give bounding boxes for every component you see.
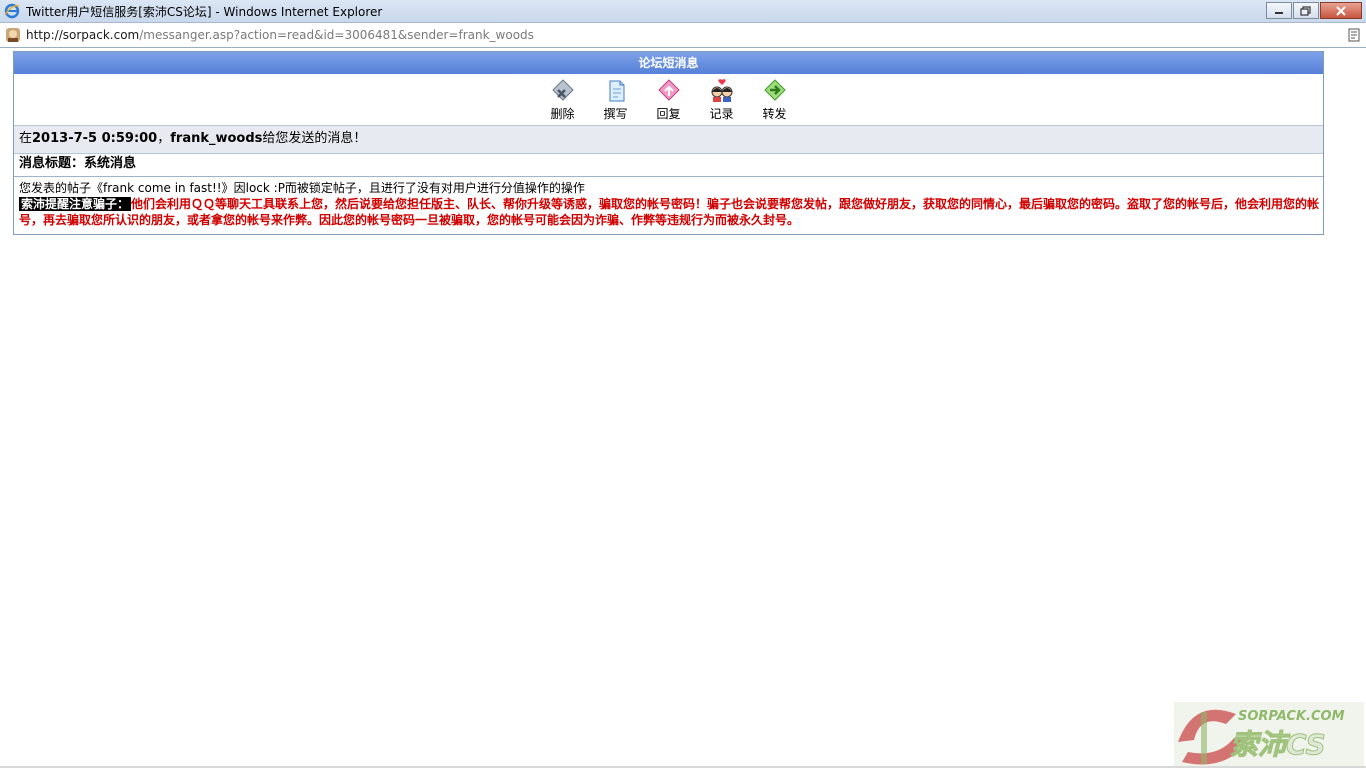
- message-body: 您发表的帖子《frank come in fast!!》因lock :P而被锁定…: [14, 181, 1323, 228]
- restore-button[interactable]: [1293, 2, 1319, 19]
- delete-label: 删除: [550, 107, 575, 121]
- address-host: http://sorpack.com: [26, 28, 140, 42]
- site-favicon-icon: [6, 28, 20, 42]
- sorpack-watermark-logo: SORPACK.COM 索沛CS: [1174, 702, 1364, 766]
- reply-icon: [657, 79, 680, 101]
- meta-sep: ，: [157, 131, 171, 146]
- window-title-bar: Twitter用户短信服务[索沛CS论坛] - Windows Internet…: [0, 0, 1366, 23]
- message-sender: frank_woods: [170, 131, 263, 146]
- compose-label: 撰写: [603, 107, 628, 121]
- compose-button[interactable]: 撰写: [589, 78, 642, 122]
- svg-text:索沛CS: 索沛CS: [1230, 728, 1326, 761]
- address-bar[interactable]: http://sorpack.com/messanger.asp?action=…: [0, 23, 1366, 48]
- close-button[interactable]: [1320, 2, 1362, 19]
- minimize-button[interactable]: [1266, 2, 1292, 19]
- history-label: 记录: [709, 107, 734, 121]
- restore-icon: [1300, 5, 1311, 16]
- message-panel: 论坛短消息 删除 撰写 回复 记录 转发 在2013-7-5 0:59:00，f…: [13, 51, 1324, 235]
- message-toolbar: 删除 撰写 回复 记录 转发: [14, 74, 1323, 126]
- panel-header: 论坛短消息: [14, 52, 1323, 74]
- history-button[interactable]: 记录: [695, 78, 748, 122]
- page-scroll-icon[interactable]: [1348, 28, 1360, 42]
- scam-warning-label: 索沛提醒注意骗子：: [19, 197, 132, 211]
- message-datetime: 2013-7-5 0:59:00: [32, 131, 158, 146]
- address-path: /messanger.asp?action=read&id=3006481&se…: [139, 28, 534, 42]
- scam-warning-text: 他们会利用ＱＱ等聊天工具联系上您，然后说要给您担任版主、队长、帮你升级等诱惑，骗…: [19, 197, 1320, 227]
- internet-explorer-icon: [4, 3, 20, 19]
- meta-suffix: 给您发送的消息！: [262, 131, 367, 146]
- close-icon: [1336, 5, 1346, 16]
- message-content: 您发表的帖子《frank come in fast!!》因lock :P而被锁定…: [19, 181, 585, 195]
- scam-warning: 索沛提醒注意骗子： 他们会利用ＱＱ等聊天工具联系上您，然后说要给您担任版主、队长、…: [19, 196, 1323, 228]
- history-icon: [711, 79, 732, 102]
- svg-text:SORPACK.COM: SORPACK.COM: [1238, 709, 1345, 724]
- message-meta: 在2013-7-5 0:59:00，frank_woods给您发送的消息！: [14, 126, 1323, 154]
- delete-icon: [551, 79, 574, 101]
- window-controls: [1265, 2, 1362, 20]
- address-url[interactable]: http://sorpack.com/messanger.asp?action=…: [26, 28, 534, 42]
- forward-label: 转发: [762, 107, 787, 121]
- message-subject: 消息标题：系统消息: [14, 154, 1323, 177]
- delete-button[interactable]: 删除: [536, 78, 589, 122]
- minimize-icon: [1275, 11, 1283, 14]
- meta-prefix: 在: [19, 131, 33, 146]
- compose-icon: [609, 80, 624, 102]
- reply-button[interactable]: 回复: [642, 78, 695, 122]
- forward-icon: [763, 79, 786, 101]
- forward-button[interactable]: 转发: [748, 78, 801, 122]
- reply-label: 回复: [656, 107, 681, 121]
- window-title: Twitter用户短信服务[索沛CS论坛] - Windows Internet…: [26, 5, 383, 19]
